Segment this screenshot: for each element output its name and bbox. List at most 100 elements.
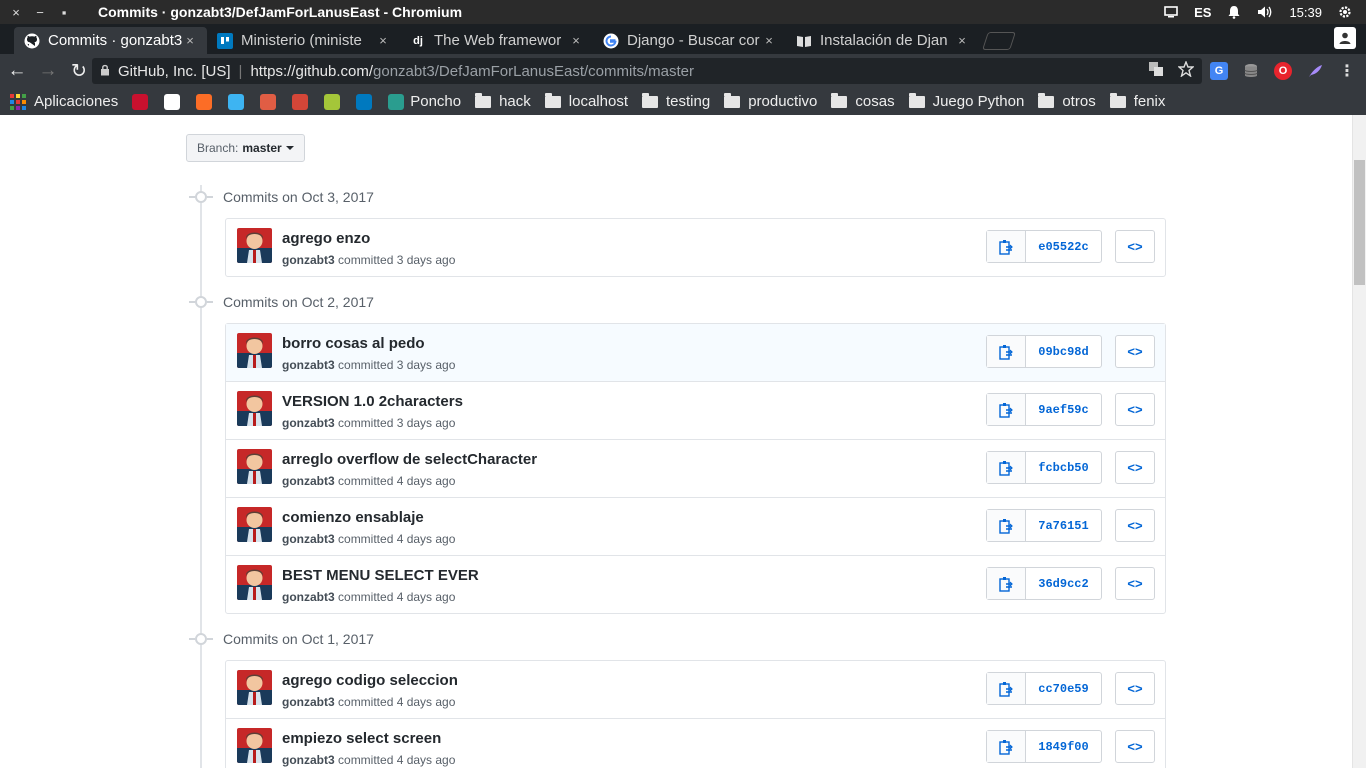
feather-extension-icon[interactable] — [1306, 62, 1324, 80]
browse-repo-code-button[interactable]: <> — [1115, 451, 1155, 484]
bookmark-star-icon[interactable] — [1177, 60, 1195, 81]
commit-author-link[interactable]: gonzabt3 — [282, 253, 335, 267]
tab-close-icon[interactable]: × — [183, 33, 197, 48]
commit-message-link[interactable]: BEST MENU SELECT EVER — [282, 567, 479, 584]
browse-repo-code-button[interactable]: <> — [1115, 230, 1155, 263]
keyboard-layout[interactable]: ES — [1194, 5, 1211, 20]
bookmark-poncho[interactable]: Poncho — [388, 93, 461, 110]
tab-django-install[interactable]: Instalación de Djan × — [786, 27, 979, 54]
tab-github-commits[interactable]: Commits · gonzabt3 × — [14, 27, 207, 54]
translate-icon[interactable] — [1148, 61, 1164, 81]
commit-author-link[interactable]: gonzabt3 — [282, 532, 335, 546]
browse-repo-code-button[interactable]: <> — [1115, 672, 1155, 705]
copy-sha-icon[interactable] — [987, 731, 1026, 762]
profile-icon[interactable] — [1334, 27, 1356, 49]
bookmark-fenix[interactable]: fenix — [1109, 92, 1165, 110]
page-scrollbar[interactable] — [1352, 115, 1366, 768]
copy-sha-icon[interactable] — [987, 231, 1026, 262]
browse-repo-code-button[interactable]: <> — [1115, 509, 1155, 542]
back-button[interactable]: ← — [3, 57, 31, 85]
copy-sha-icon[interactable] — [987, 336, 1026, 367]
commit-author-link[interactable]: gonzabt3 — [282, 590, 335, 604]
tab-close-icon[interactable]: × — [569, 33, 583, 48]
browse-repo-code-button[interactable]: <> — [1115, 393, 1155, 426]
bookmark-icon-1[interactable] — [132, 93, 154, 110]
notification-bell-icon[interactable] — [1227, 5, 1241, 19]
commit-sha-link[interactable]: 1849f00 — [1026, 731, 1101, 762]
bookmark-icon-2[interactable] — [164, 93, 186, 110]
bookmark-juego-python[interactable]: Juego Python — [908, 92, 1024, 110]
author-avatar[interactable] — [237, 507, 272, 542]
bookmark-hack[interactable]: hack — [475, 92, 531, 110]
window-maximize-icon[interactable]: ▪ — [52, 5, 76, 20]
commit-message-link[interactable]: comienzo ensablaje — [282, 509, 424, 526]
bookmark-icon-3[interactable] — [196, 93, 218, 110]
commit-message-link[interactable]: empiezo select screen — [282, 730, 441, 747]
copy-sha-icon[interactable] — [987, 394, 1026, 425]
copy-sha-icon[interactable] — [987, 673, 1026, 704]
bookmark-localhost[interactable]: localhost — [544, 92, 628, 110]
browse-repo-code-button[interactable]: <> — [1115, 335, 1155, 368]
author-avatar[interactable] — [237, 391, 272, 426]
tab-close-icon[interactable]: × — [955, 33, 969, 48]
commit-author-link[interactable]: gonzabt3 — [282, 474, 335, 488]
tab-django-framework[interactable]: dj The Web framewor × — [400, 27, 593, 54]
commit-author-link[interactable]: gonzabt3 — [282, 695, 335, 709]
author-avatar[interactable] — [237, 449, 272, 484]
commit-sha-link[interactable]: 36d9cc2 — [1026, 568, 1101, 599]
volume-icon[interactable] — [1257, 5, 1273, 19]
bookmark-icon-7[interactable] — [324, 93, 346, 110]
author-avatar[interactable] — [237, 670, 272, 705]
commit-sha-link[interactable]: 09bc98d — [1026, 336, 1101, 367]
commit-sha-link[interactable]: 7a76151 — [1026, 510, 1101, 541]
address-bar[interactable]: GitHub, Inc. [US] | https://github.com/g… — [92, 58, 1202, 84]
reload-button[interactable]: ↻ — [65, 57, 93, 85]
commit-message-link[interactable]: agrego enzo — [282, 230, 370, 247]
tab-trello-ministerio[interactable]: Ministerio (ministe × — [207, 27, 400, 54]
bookmark-icon-5[interactable] — [260, 93, 282, 110]
author-avatar[interactable] — [237, 728, 272, 763]
branch-select-button[interactable]: Branch: master — [186, 134, 305, 162]
bookmark-icon-6[interactable] — [292, 93, 314, 110]
bookmark-cosas[interactable]: cosas — [831, 92, 895, 110]
commit-author-link[interactable]: gonzabt3 — [282, 358, 335, 372]
commit-message-link[interactable]: VERSION 1.0 2characters — [282, 393, 463, 410]
menu-kebab-icon[interactable]: ⋮ — [1338, 62, 1356, 80]
commit-message-link[interactable]: agrego codigo seleccion — [282, 672, 458, 689]
bookmark-icon-4[interactable] — [228, 93, 250, 110]
window-close-icon[interactable]: × — [4, 5, 28, 20]
screen-icon[interactable] — [1164, 6, 1178, 18]
copy-sha-icon[interactable] — [987, 452, 1026, 483]
lock-icon[interactable] — [100, 64, 112, 79]
commit-sha-link[interactable]: 9aef59c — [1026, 394, 1101, 425]
commit-sha-link[interactable]: e05522c — [1026, 231, 1101, 262]
commit-sha-link[interactable]: fcbcb50 — [1026, 452, 1101, 483]
forward-button[interactable]: → — [34, 57, 62, 85]
commit-sha-link[interactable]: cc70e59 — [1026, 673, 1101, 704]
bookmark-testing[interactable]: testing — [641, 92, 710, 110]
author-avatar[interactable] — [237, 565, 272, 600]
copy-sha-icon[interactable] — [987, 568, 1026, 599]
adblock-extension-icon[interactable]: O — [1274, 62, 1292, 80]
browse-repo-code-button[interactable]: <> — [1115, 567, 1155, 600]
bookmark-productivo[interactable]: productivo — [724, 92, 817, 110]
browse-repo-code-button[interactable]: <> — [1115, 730, 1155, 763]
power-gear-icon[interactable] — [1338, 5, 1352, 19]
copy-sha-icon[interactable] — [987, 510, 1026, 541]
commit-author-link[interactable]: gonzabt3 — [282, 416, 335, 430]
tab-close-icon[interactable]: × — [376, 33, 390, 48]
commit-author-link[interactable]: gonzabt3 — [282, 753, 335, 767]
window-minimize-icon[interactable]: − — [28, 5, 52, 20]
bookmark-aplicaciones[interactable]: Aplicaciones — [10, 93, 118, 110]
tab-close-icon[interactable]: × — [762, 33, 776, 48]
new-tab-button[interactable] — [982, 32, 1016, 50]
author-avatar[interactable] — [237, 228, 272, 263]
author-avatar[interactable] — [237, 333, 272, 368]
google-translate-extension-icon[interactable]: G — [1210, 62, 1228, 80]
commit-message-link[interactable]: borro cosas al pedo — [282, 335, 425, 352]
bookmark-icon-8[interactable] — [356, 93, 378, 110]
bookmark-otros[interactable]: otros — [1038, 92, 1096, 110]
commit-message-link[interactable]: arreglo overflow de selectCharacter — [282, 451, 537, 468]
scrollbar-thumb[interactable] — [1354, 160, 1365, 285]
database-extension-icon[interactable] — [1242, 62, 1260, 80]
